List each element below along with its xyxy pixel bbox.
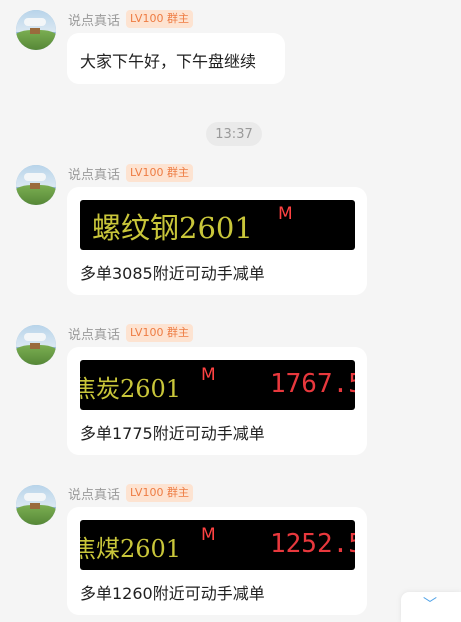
message-bubble[interactable]: 大家下午好，下午盘继续 [67,33,285,84]
ticker-suffix: M [201,525,216,545]
message-bubble[interactable]: 螺纹钢2601 M 多单3085附近可动手减单 [67,187,367,295]
scroll-to-bottom-button[interactable]: ﹀ [401,592,461,622]
message-text: 多单1260附近可动手减单 [80,584,265,603]
sender-row: 说点真话 LV100 群主 [68,163,193,183]
message-bubble[interactable]: 焦煤2601 M 1252.5 多单1260附近可动手减单 [67,507,367,615]
chat-message: 说点真话 LV100 群主 螺纹钢2601 M 多单3085附近可动手减单 [0,160,461,300]
ticker-name: 焦炭2601 [80,375,182,403]
sender-name[interactable]: 说点真话 [68,484,120,503]
message-text: 大家下午好，下午盘继续 [80,52,257,71]
sender-name[interactable]: 说点真话 [68,324,120,343]
level-badge: LV100 群主 [126,324,193,342]
sender-row: 说点真话 LV100 群主 [68,9,193,29]
chat-message: 说点真话 LV100 群主 焦煤2601 M 1252.5 多单1260附近可动… [0,480,461,615]
quote-image[interactable]: 焦炭2601 M 1767.5 [80,360,355,410]
sender-row: 说点真话 LV100 群主 [68,483,193,503]
message-text: 多单3085附近可动手减单 [80,264,265,283]
ticker-name: 螺纹钢2601 [92,211,253,245]
chat-message: 说点真话 LV100 群主 焦炭2601 M 1767.5 多单1775附近可动… [0,320,461,460]
chevron-down-icon: ﹀ [423,597,437,613]
quote-image[interactable]: 焦煤2601 M 1252.5 [80,520,355,570]
level-badge: LV100 群主 [126,484,193,502]
avatar[interactable] [16,165,56,205]
level-badge: LV100 群主 [126,164,193,182]
message-text: 多单1775附近可动手减单 [80,424,265,443]
sender-row: 说点真话 LV100 群主 [68,323,193,343]
timestamp: 13:37 [206,122,262,146]
chat-message: 说点真话 LV100 群主 大家下午好，下午盘继续 [0,0,461,100]
avatar[interactable] [16,10,56,50]
ticker-price: 1252.5 [270,529,355,559]
ticker-name: 焦煤2601 [80,535,182,563]
avatar[interactable] [16,325,56,365]
avatar[interactable] [16,485,56,525]
ticker-price: 1767.5 [270,369,355,399]
ticker-suffix: M [201,365,216,385]
sender-name[interactable]: 说点真话 [68,164,120,183]
level-badge: LV100 群主 [126,10,193,28]
ticker-suffix: M [278,204,293,224]
sender-name[interactable]: 说点真话 [68,10,120,29]
quote-image[interactable]: 螺纹钢2601 M [80,200,355,250]
message-bubble[interactable]: 焦炭2601 M 1767.5 多单1775附近可动手减单 [67,347,367,455]
